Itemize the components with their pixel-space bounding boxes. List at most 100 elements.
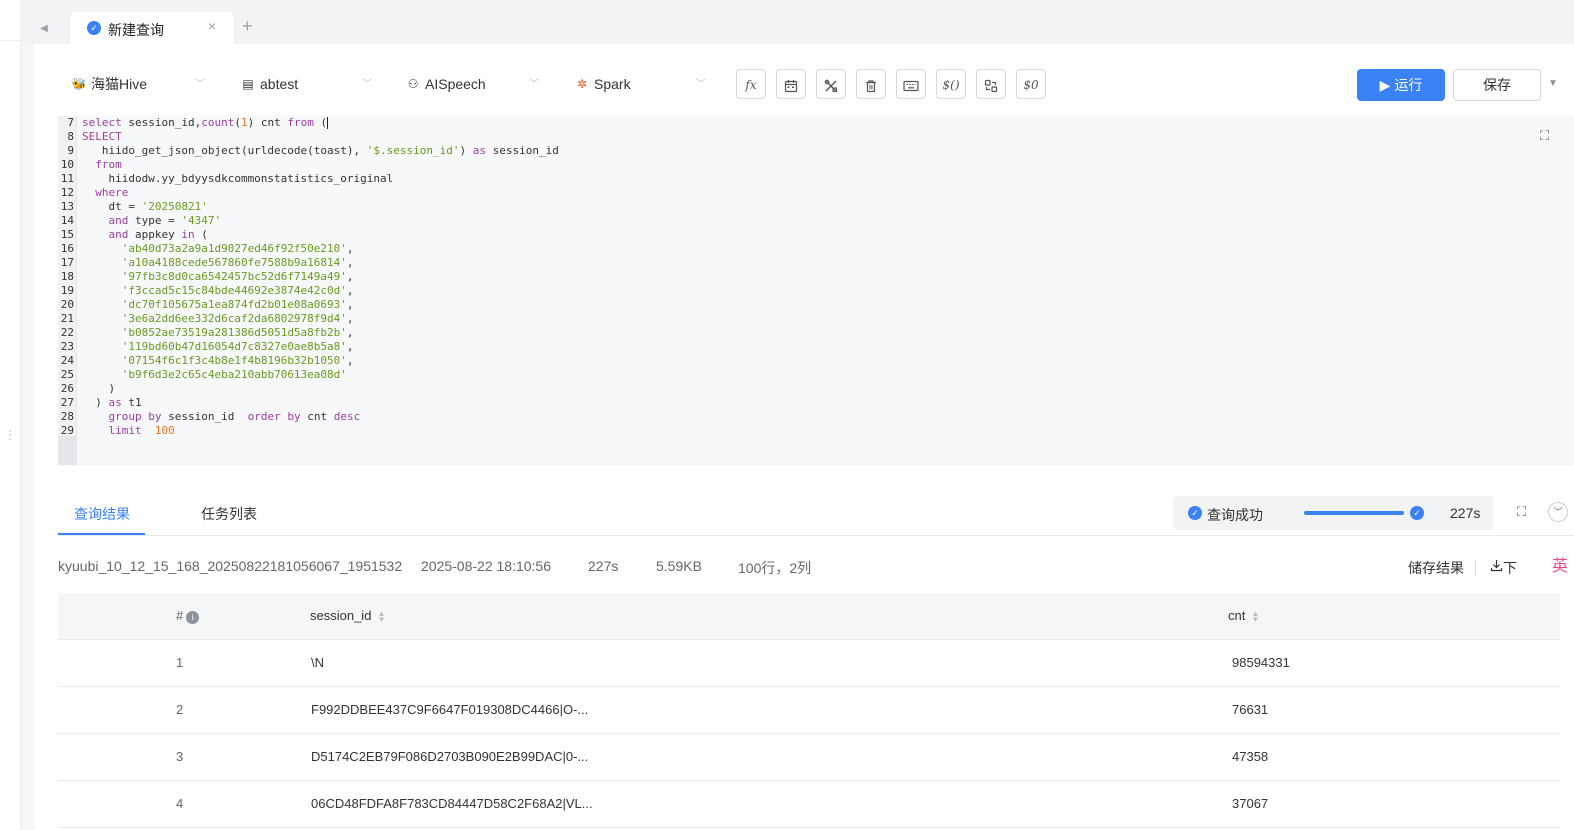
line-number: 28 <box>60 410 74 423</box>
line-number: 29 <box>60 424 74 437</box>
active-line-marker <box>58 436 76 465</box>
download-label: 下 <box>1503 560 1517 576</box>
chevron-down-icon: ﹀ <box>529 79 539 90</box>
row-index: 4 <box>176 796 184 811</box>
param-icon: $0 <box>1023 78 1039 92</box>
status-text: 查询成功 <box>1207 507 1263 523</box>
line-number: 12 <box>60 186 74 199</box>
scroll-left-icon[interactable]: ◀ <box>34 14 54 34</box>
variable-button[interactable]: $() <box>936 69 966 99</box>
cell-session-id[interactable]: \N <box>311 655 324 670</box>
query-status: ✓ 查询成功 ✓ 227s <box>1173 496 1493 530</box>
datasource-value: 海猫Hive <box>91 76 148 92</box>
download-button[interactable]: 下 <box>1490 558 1517 576</box>
line-number: 7 <box>67 116 74 129</box>
check-circle-icon: ✓ <box>87 21 101 35</box>
clear-button[interactable] <box>856 69 886 99</box>
cell-session-id[interactable]: F992DDBEE437C9F6647F019308DC4466|O-... <box>311 702 588 717</box>
query-workspace: 🐝 海猫Hive ﹀ ▤ abtest ﹀ ⚇ AISpeech ﹀ ✲ Spa… <box>34 44 1574 830</box>
cell-cnt[interactable]: 47358 <box>1232 749 1268 764</box>
line-number: 19 <box>60 284 74 297</box>
param-button[interactable]: $0 <box>1016 69 1046 99</box>
cell-cnt[interactable]: 37067 <box>1232 796 1268 811</box>
table-row[interactable]: 4 06CD48FDFA8F783CD84447D58C2F68A2|VL...… <box>58 781 1560 828</box>
progress-bar <box>1304 511 1404 515</box>
close-icon[interactable]: × <box>208 18 216 34</box>
date-button[interactable] <box>776 69 806 99</box>
line-number: 18 <box>60 270 74 283</box>
info-icon[interactable]: i <box>186 611 200 624</box>
table-row[interactable]: 2 F992DDBEE437C9F6647F019308DC4466|O-...… <box>58 687 1560 734</box>
result-duration: 227s <box>588 558 619 574</box>
chevron-down-icon: ﹀ <box>195 79 205 90</box>
chevron-down-icon: ﹀ <box>362 79 372 90</box>
sort-icon[interactable]: ▲ ▼ <box>377 609 385 623</box>
save-button[interactable]: 保存 <box>1453 69 1541 101</box>
tab-task-list[interactable]: 任务列表 <box>201 504 257 524</box>
engine-select[interactable]: ✲ Spark ﹀ <box>574 72 714 96</box>
sidebar-divider <box>0 40 20 41</box>
run-button[interactable]: ▶ 运行 <box>1357 69 1445 101</box>
sort-icon[interactable]: ▲ ▼ <box>1251 609 1259 623</box>
sql-editor[interactable]: 7 8 9 10 11 12 13 14 15 16 17 18 19 20 21 22 23 24 25 26 27 2… <box>58 116 1574 465</box>
expand-icon[interactable]: ⛶ <box>1517 504 1526 520</box>
check-circle-icon: ✓ <box>1410 506 1424 520</box>
line-number: 17 <box>60 256 74 269</box>
engine-value: Spark <box>594 76 631 92</box>
line-number: 26 <box>60 382 74 395</box>
fullscreen-icon[interactable]: ⛶ <box>1540 128 1554 143</box>
line-number: 20 <box>60 298 74 311</box>
shortcut-button[interactable] <box>896 69 926 99</box>
line-number: 21 <box>60 312 74 325</box>
column-header-cnt[interactable]: cnt ▲ ▼ <box>1228 608 1259 623</box>
cell-session-id[interactable]: D5174C2EB79F086D2703B090E2B99DAC|0-... <box>311 749 588 764</box>
tools-button[interactable] <box>816 69 846 99</box>
tab-strip: ◀ ✓ 新建查询 × + <box>20 0 1574 44</box>
tab-query-results[interactable]: 查询结果 <box>74 504 130 524</box>
calendar-icon <box>784 79 798 92</box>
resize-handle-icon[interactable]: ⋮ <box>4 429 16 452</box>
add-tab-icon[interactable]: + <box>242 16 253 36</box>
progress-fill <box>1304 511 1404 515</box>
cell-cnt[interactable]: 98594331 <box>1232 655 1290 670</box>
database-value: abtest <box>260 76 299 92</box>
status-duration: 227s <box>1450 505 1481 521</box>
variable-icon: $() <box>942 78 960 92</box>
table-row[interactable]: 1 \N 98594331 <box>58 640 1560 687</box>
result-size: 5.59KB <box>656 558 702 574</box>
result-shape: 100行，2列 <box>738 560 812 576</box>
sql-code[interactable]: select session_id,count(1) cnt from (SEL… <box>82 116 559 438</box>
check-circle-icon: ✓ <box>1188 506 1202 520</box>
table-row[interactable]: 3 D5174C2EB79F086D2703B090E2B99DAC|0-...… <box>58 734 1560 781</box>
cell-session-id[interactable]: 06CD48FDFA8F783CD84447D58C2F68A2|VL... <box>311 796 593 811</box>
language-toggle[interactable]: 英 <box>1552 552 1568 576</box>
column-header-session-id[interactable]: session_id ▲ ▼ <box>310 608 385 623</box>
database-icon: ▤ <box>242 77 254 91</box>
query-toolbar: 🐝 海猫Hive ﹀ ▤ abtest ﹀ ⚇ AISpeech ﹀ ✲ Spa… <box>34 44 1574 116</box>
row-index: 2 <box>176 702 184 717</box>
store-result-button[interactable]: 储存结果 <box>1408 558 1464 578</box>
cell-cnt[interactable]: 76631 <box>1232 702 1268 717</box>
line-number: 9 <box>67 144 74 157</box>
fx-icon: fx <box>745 78 757 92</box>
table-header: # i session_id ▲ ▼ cnt ▲ ▼ <box>58 593 1560 640</box>
database-select[interactable]: ▤ abtest ﹀ <box>240 72 380 96</box>
tab-label: 新建查询 <box>108 22 164 38</box>
tools-icon <box>824 79 838 92</box>
line-numbers: 7 8 9 10 11 12 13 14 15 16 17 18 19 20 21 22 23 24 25 26 27 2… <box>58 116 74 438</box>
run-label: 运行 <box>1394 77 1423 93</box>
line-number: 8 <box>67 130 74 143</box>
format-icon <box>984 79 998 92</box>
chevron-down-icon[interactable]: ﹀ <box>1548 502 1568 522</box>
tab-new-query[interactable]: ✓ 新建查询 × <box>70 12 234 44</box>
trash-icon <box>866 80 876 92</box>
hive-icon: 🐝 <box>71 77 87 91</box>
result-meta: kyuubi_10_12_15_168_20250822181056067_19… <box>58 558 1574 578</box>
caret-down-icon[interactable]: ▼ <box>1548 78 1558 89</box>
datasource-select[interactable]: 🐝 海猫Hive ﹀ <box>71 72 211 96</box>
line-number: 23 <box>60 340 74 353</box>
account-select[interactable]: ⚇ AISpeech ﹀ <box>405 72 545 96</box>
format-button[interactable] <box>976 69 1006 99</box>
function-button[interactable]: fx <box>736 69 766 99</box>
active-tab-indicator <box>58 533 145 535</box>
